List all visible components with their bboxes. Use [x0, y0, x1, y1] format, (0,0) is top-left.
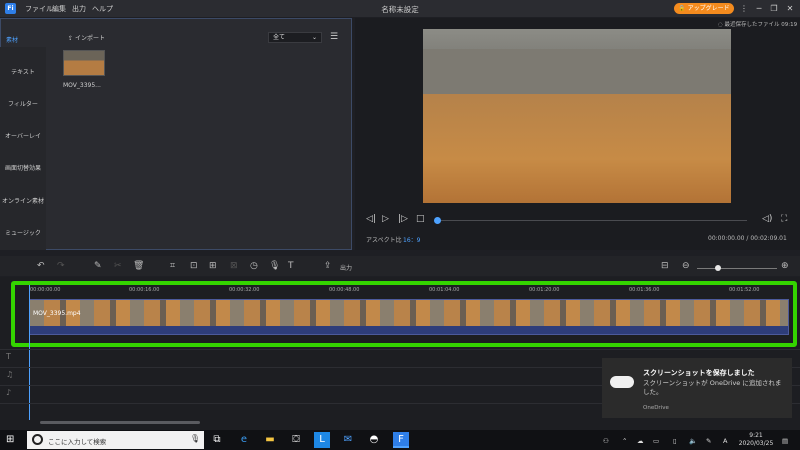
- fullscreen-icon[interactable]: ⛶: [781, 214, 787, 224]
- audio-track-icon: ♪: [6, 388, 12, 397]
- track-divider: [0, 349, 800, 350]
- duration-icon[interactable]: ◷: [250, 262, 258, 271]
- mosaic-icon[interactable]: ⊞: [209, 262, 217, 271]
- search-placeholder: ここに入力して検索: [48, 438, 107, 446]
- media-sidebar: [0, 47, 46, 250]
- ime-indicator[interactable]: A: [723, 437, 727, 445]
- cut-icon[interactable]: ✂: [114, 262, 122, 271]
- edit-pen-icon[interactable]: ✎: [94, 262, 102, 271]
- minimize-button[interactable]: ─: [752, 2, 766, 15]
- list-view-icon[interactable]: ☰: [330, 32, 340, 42]
- undo-icon[interactable]: ↶: [37, 262, 45, 271]
- voiceover-icon[interactable]: 🎙: [269, 262, 280, 271]
- cortana-icon: [32, 434, 43, 445]
- media-clip-thumbnail[interactable]: [63, 50, 105, 76]
- next-frame-icon[interactable]: |▷: [398, 214, 408, 224]
- l-app-icon[interactable]: L: [314, 432, 330, 448]
- text-tool-icon[interactable]: T: [288, 262, 294, 271]
- sidebar-item-filter[interactable]: フィルター: [0, 99, 46, 108]
- zoom-crop-icon[interactable]: ⊡: [190, 262, 198, 271]
- app-logo: Fi: [5, 3, 16, 14]
- network-icon[interactable]: ▯: [673, 437, 677, 445]
- battery-icon[interactable]: ▭: [653, 437, 659, 445]
- menu-help[interactable]: ヘルプ: [92, 4, 113, 14]
- freeze-icon[interactable]: ⊠: [230, 262, 238, 271]
- preview-progress-track[interactable]: [437, 220, 747, 221]
- music-track-icon: ♫: [6, 370, 14, 379]
- crop-icon[interactable]: ⌗: [170, 262, 175, 271]
- aspect-ratio-value[interactable]: 16：9: [403, 235, 420, 244]
- zoom-out-icon[interactable]: ⊖: [682, 262, 690, 271]
- stop-icon[interactable]: □: [416, 214, 425, 224]
- close-button[interactable]: ✕: [783, 2, 797, 15]
- volume-icon[interactable]: ◁): [762, 214, 772, 224]
- media-clip-name: MOV_3395...: [63, 82, 101, 89]
- redo-icon[interactable]: ↷: [57, 262, 65, 271]
- windows-start-icon[interactable]: ⊞: [6, 434, 17, 445]
- filter-dropdown[interactable]: 全て ⌄: [268, 32, 322, 43]
- taskbar-clock[interactable]: 9:21 2020/03/25: [736, 432, 776, 448]
- sidebar-item-transition[interactable]: 画面切替効果: [0, 163, 46, 172]
- menu-edit[interactable]: 編集: [52, 4, 66, 14]
- import-label: インポート: [74, 35, 105, 42]
- toast-body: スクリーンショットが OneDrive に追加されました。: [643, 379, 782, 396]
- maximize-button[interactable]: ❐: [767, 2, 781, 15]
- edge-icon[interactable]: e: [236, 432, 252, 448]
- video-preview: [423, 29, 731, 203]
- aspect-label: アスペクト比: [366, 237, 402, 244]
- video-track-highlight: [11, 281, 797, 347]
- zoom-in-icon[interactable]: ⊕: [781, 262, 789, 271]
- mic-icon[interactable]: 🎙: [190, 434, 200, 443]
- volume-tray-icon[interactable]: 🔈: [689, 437, 697, 445]
- media-library-panel: [0, 18, 352, 250]
- sidebar-item-online[interactable]: オンライン素材: [0, 196, 46, 205]
- sidebar-item-music[interactable]: ミュージック: [0, 228, 46, 237]
- store-icon[interactable]: ⛋: [288, 432, 304, 448]
- prev-frame-icon[interactable]: ◁|: [366, 214, 376, 224]
- mail-icon[interactable]: ✉: [340, 432, 356, 448]
- upgrade-button[interactable]: 🔒 アップグレード: [674, 3, 734, 14]
- tab-media[interactable]: 素材: [6, 35, 18, 44]
- menu-file[interactable]: ファイル: [25, 4, 53, 14]
- filter-value: 全て: [273, 34, 286, 41]
- file-explorer-icon[interactable]: ▬: [262, 432, 278, 448]
- import-icon: ⇪: [68, 35, 75, 42]
- toast-title: スクリーンショットを保存しました: [643, 369, 755, 377]
- clock-time: 9:21: [749, 432, 763, 439]
- video-wall: [423, 49, 731, 99]
- video-floor: [423, 94, 731, 203]
- notification-center-icon[interactable]: ▤: [782, 437, 788, 445]
- export-icon[interactable]: ⇪: [324, 262, 332, 271]
- fit-timeline-icon[interactable]: ⊟: [661, 262, 669, 271]
- playhead[interactable]: [29, 285, 30, 420]
- preview-timecode: 00:00:00.00 / 00:02:09.01: [708, 235, 787, 242]
- onedrive-tray-icon[interactable]: ☁: [637, 437, 644, 445]
- text-track-icon: T: [6, 352, 11, 361]
- import-button[interactable]: ⇪ インポート: [68, 33, 105, 42]
- sidebar-item-text[interactable]: テキスト: [0, 67, 46, 76]
- onedrive-icon: [610, 376, 634, 388]
- pen-tray-icon[interactable]: ✎: [706, 437, 711, 445]
- clock-date: 2020/03/25: [738, 440, 774, 447]
- tray-chevron-icon[interactable]: ⌃: [622, 437, 627, 445]
- sidebar-item-overlay[interactable]: オーバーレイ: [0, 131, 46, 140]
- people-icon[interactable]: ⚇: [603, 437, 609, 445]
- chevron-down-icon: ⌄: [311, 34, 317, 41]
- menu-export[interactable]: 出力: [72, 4, 86, 14]
- camera-app-icon[interactable]: ◓: [366, 432, 382, 448]
- play-icon[interactable]: ▷: [382, 214, 389, 224]
- delete-icon[interactable]: 🗑: [133, 262, 144, 271]
- toast-source: OneDrive: [643, 405, 669, 411]
- timeline-scrollbar[interactable]: [40, 421, 200, 424]
- filmora-taskbar-icon[interactable]: F: [393, 432, 409, 448]
- zoom-slider-knob[interactable]: [715, 265, 721, 271]
- task-view-icon[interactable]: ⧉: [209, 432, 225, 448]
- autosave-status: ◌ 最近保存したファイル 09:19: [718, 22, 798, 28]
- more-icon[interactable]: ⋮: [737, 2, 751, 15]
- preview-progress-knob[interactable]: [434, 217, 441, 224]
- export-label[interactable]: 出力: [340, 263, 352, 272]
- zoom-slider-track[interactable]: [697, 268, 777, 269]
